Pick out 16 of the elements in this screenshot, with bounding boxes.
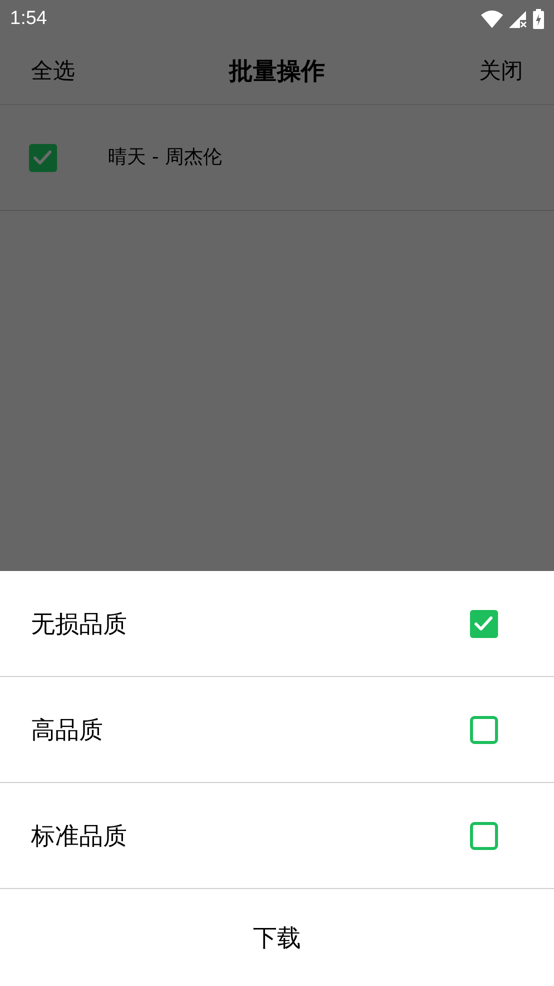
checkbox[interactable] bbox=[470, 822, 498, 850]
checkbox[interactable] bbox=[470, 716, 498, 744]
signal-icon bbox=[509, 10, 527, 28]
battery-icon bbox=[533, 9, 544, 29]
quality-option[interactable]: 无损品质 bbox=[31, 606, 127, 642]
close-button[interactable]: 关闭 bbox=[479, 54, 523, 88]
select-all-button[interactable]: 全选 bbox=[31, 54, 75, 88]
quality-option[interactable]: 标准品质 bbox=[31, 818, 127, 854]
song-title: 晴天 - 周杰伦 bbox=[108, 145, 222, 170]
wifi-icon bbox=[481, 10, 503, 28]
checkbox[interactable] bbox=[470, 610, 498, 638]
status-time: 1:54 bbox=[10, 6, 47, 31]
download-button[interactable]: 下载 bbox=[253, 920, 301, 956]
page-title: 批量操作 bbox=[229, 56, 325, 87]
quality-option[interactable]: 高品质 bbox=[31, 712, 103, 748]
checkbox[interactable] bbox=[29, 144, 57, 172]
